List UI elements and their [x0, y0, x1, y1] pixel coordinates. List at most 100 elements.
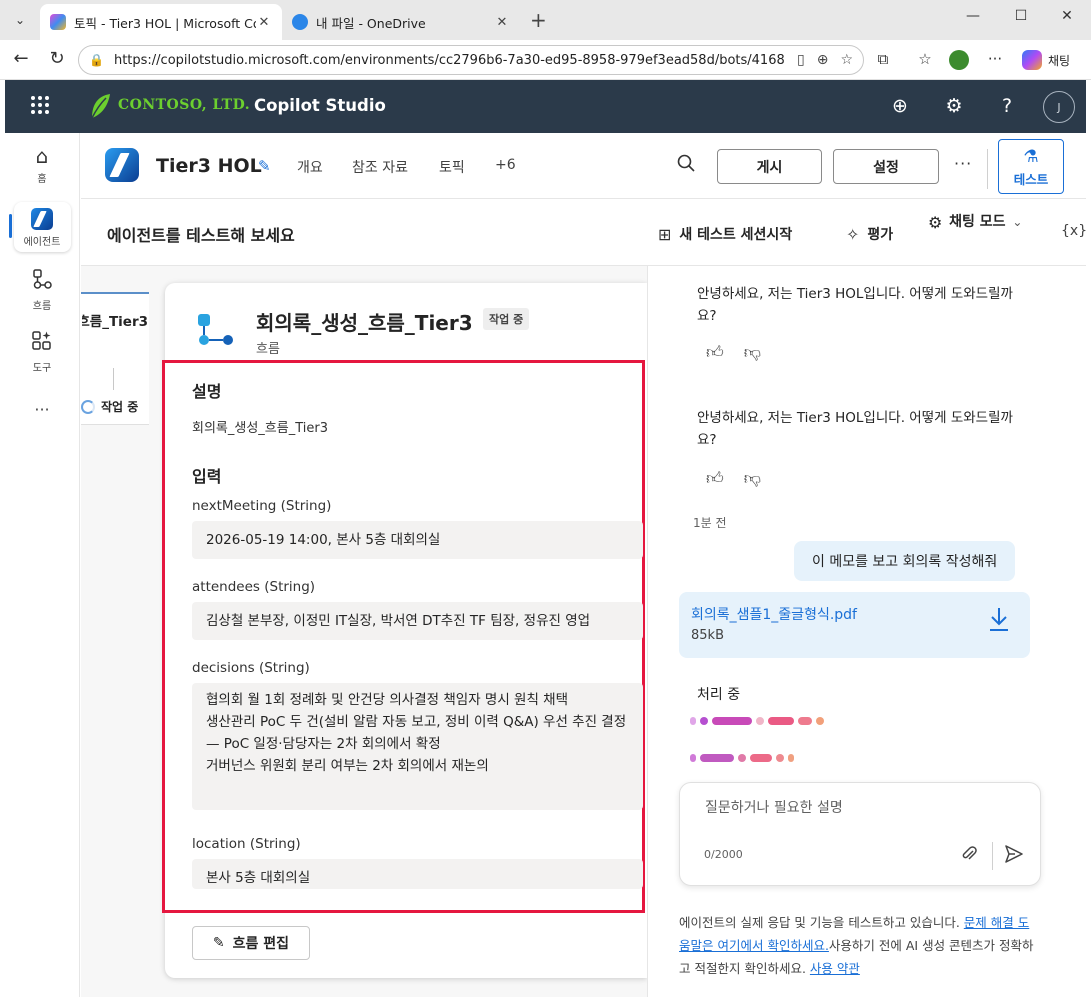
- more-options-icon[interactable]: ···: [984, 50, 1006, 68]
- site-info-icon[interactable]: 🔒: [89, 53, 104, 67]
- contoso-leaf-logo-icon: [88, 92, 112, 120]
- divider: [992, 842, 993, 870]
- add-square-icon: ⊞: [658, 224, 672, 244]
- rail-item-label: 홈: [37, 174, 47, 185]
- rail-item-label: 흐름: [32, 301, 52, 312]
- terms-link[interactable]: 사용 약관: [810, 961, 860, 976]
- evaluate-button[interactable]: ✧ 평가: [846, 224, 893, 244]
- tab-title: 토픽 - Tier3 HOL | Microsoft Copilot Studi…: [74, 15, 256, 31]
- send-icon[interactable]: [1004, 844, 1024, 869]
- new-tab-icon[interactable]: +: [530, 8, 547, 32]
- evaluate-label: 평가: [867, 227, 894, 243]
- file-attachment-card[interactable]: [679, 592, 1030, 658]
- tab-topics[interactable]: 토픽: [439, 157, 465, 177]
- location-field[interactable]: 본사 5층 대회의실: [192, 859, 643, 889]
- field-label: nextMeeting (String): [192, 498, 332, 514]
- extensions-icon[interactable]: ⧉: [872, 50, 894, 68]
- maximize-icon[interactable]: ☐: [1006, 8, 1036, 24]
- flow-icon: [5, 268, 79, 295]
- tab-title: 내 파일 - OneDrive: [316, 15, 426, 31]
- more-icon[interactable]: ···: [954, 154, 972, 173]
- variables-button[interactable]: {x}: [1061, 223, 1087, 239]
- spinner-icon: [81, 399, 95, 414]
- close-tab-icon[interactable]: ✕: [494, 15, 510, 30]
- flow-title: 회의록_생성_흐름_Tier3: [256, 311, 473, 335]
- decisions-field[interactable]: 협의회 월 1회 정례화 및 안건당 의사결정 책임자 명시 원칙 채택 생산관…: [192, 683, 643, 810]
- search-icon[interactable]: [677, 154, 695, 177]
- attach-icon[interactable]: [960, 845, 978, 867]
- thumbs-up-icon[interactable]: 👍︎: [706, 342, 724, 363]
- settings-gear-icon[interactable]: ⚙: [942, 95, 966, 117]
- tab-actions-chevron-icon[interactable]: ⌄: [6, 7, 34, 33]
- background-flow-title: 흐름_Tier3: [82, 314, 148, 330]
- profile-extension-icon[interactable]: [948, 50, 970, 74]
- rail-item-label: 도구: [32, 363, 52, 374]
- download-icon[interactable]: [988, 606, 1010, 638]
- next-meeting-field[interactable]: 2026-05-19 14:00, 본사 5층 대회의실: [192, 521, 643, 559]
- new-session-label: 새 테스트 세션시작: [679, 227, 793, 243]
- minimize-icon[interactable]: —: [958, 8, 988, 24]
- chat-input[interactable]: 질문하거나 필요한 설명: [705, 797, 843, 817]
- reader-view-icon[interactable]: ▯: [797, 52, 805, 68]
- window-close-icon[interactable]: ✕: [1052, 8, 1082, 24]
- environment-globe-icon[interactable]: ⊕: [888, 95, 912, 117]
- rail-more-icon[interactable]: ···: [5, 400, 79, 419]
- flask-icon: ⚗: [1023, 147, 1039, 167]
- disclaimer-text: 에이전트의 실제 응답 및 기능을 테스트하고 있습니다. 문제 해결 도움말은…: [679, 911, 1039, 980]
- app-name[interactable]: Copilot Studio: [254, 96, 386, 115]
- edit-flow-button[interactable]: ✎ 흐름 편집: [192, 926, 310, 960]
- back-icon[interactable]: ←: [9, 48, 33, 69]
- tab-overview[interactable]: 개요: [297, 157, 323, 177]
- zoom-icon[interactable]: ⊕: [817, 52, 829, 68]
- decisions-text: 협의회 월 1회 정례화 및 안건당 의사결정 책임자 명시 원칙 채택 생산관…: [206, 692, 627, 774]
- feedback-row: 👍︎ 👎︎: [706, 342, 761, 363]
- divider: [987, 149, 988, 189]
- thumbs-up-icon[interactable]: 👍︎: [706, 468, 724, 489]
- copilot-icon: [1022, 50, 1042, 70]
- rail-item-home[interactable]: ⌂ 홈: [5, 144, 79, 185]
- copilot-chat-button[interactable]: 채팅: [1018, 46, 1082, 74]
- evaluate-icon: ✧: [846, 224, 860, 244]
- file-name-link[interactable]: 회의록_샘플1_줄글형식.pdf: [691, 604, 857, 624]
- test-button[interactable]: ⚗ 테스트: [998, 139, 1064, 194]
- new-session-button[interactable]: ⊞ 새 테스트 세션시작: [658, 224, 792, 244]
- brand-name: CONTOSO, LTD.: [118, 97, 251, 113]
- bot-message: 안녕하세요, 저는 Tier3 HOL입니다. 어떻게 도와드릴까요?: [697, 286, 1013, 324]
- rail-item-agents[interactable]: 에이전트: [5, 208, 79, 248]
- status-badge: 작업 중: [483, 308, 530, 330]
- settings-button[interactable]: 설정: [833, 149, 939, 184]
- app-launcher-icon[interactable]: [30, 95, 52, 120]
- publish-button[interactable]: 게시: [717, 149, 822, 184]
- field-label: attendees (String): [192, 579, 316, 595]
- url-field[interactable]: 🔒 https://copilotstudio.microsoft.com/en…: [78, 45, 864, 75]
- rail-item-tools[interactable]: 도구: [5, 330, 79, 374]
- chat-mode-dropdown[interactable]: ⚙ 채팅 모드 ⌄: [928, 212, 1022, 232]
- thumbs-down-icon[interactable]: 👎︎: [744, 468, 761, 489]
- user-avatar[interactable]: J: [1043, 91, 1075, 123]
- refresh-icon[interactable]: ↻: [45, 48, 69, 69]
- tab-more[interactable]: +6: [495, 157, 516, 173]
- thumbs-down-icon[interactable]: 👎︎: [744, 342, 761, 363]
- feedback-row: 👍︎ 👎︎: [706, 468, 761, 489]
- help-icon[interactable]: ?: [995, 95, 1019, 117]
- favorites-icon[interactable]: ☆: [914, 50, 936, 68]
- copilot-studio-favicon-icon: [50, 14, 66, 30]
- attendees-field[interactable]: 김상철 본부장, 이정민 IT실장, 박서연 DT추진 TF 팀장, 정유진 영…: [192, 602, 643, 640]
- file-size: 85kB: [691, 628, 724, 643]
- rail-item-flows[interactable]: 흐름: [5, 268, 79, 312]
- edit-flow-label: 흐름 편집: [232, 936, 290, 952]
- agent-logo-icon: [105, 148, 139, 182]
- edit-agent-icon[interactable]: ✎: [258, 157, 271, 175]
- browser-tab-active[interactable]: 토픽 - Tier3 HOL | Microsoft Copilot Studi…: [40, 4, 282, 40]
- close-tab-icon[interactable]: ✕: [256, 15, 272, 30]
- tab-knowledge[interactable]: 참조 자료: [352, 157, 408, 177]
- favorite-star-icon[interactable]: ☆: [840, 52, 853, 68]
- chat-label: 채팅: [1048, 53, 1071, 68]
- url-text: https://copilotstudio.microsoft.com/envi…: [113, 52, 785, 68]
- disclaimer-prefix: 에이전트의 실제 응답 및 기능을 테스트하고 있습니다.: [679, 915, 964, 930]
- field-label: decisions (String): [192, 660, 310, 676]
- browser-tab-onedrive[interactable]: 내 파일 - OneDrive ✕: [282, 4, 520, 40]
- test-label: 테스트: [1013, 172, 1049, 187]
- rail-item-label: 에이전트: [23, 237, 61, 248]
- left-rail: [5, 133, 80, 997]
